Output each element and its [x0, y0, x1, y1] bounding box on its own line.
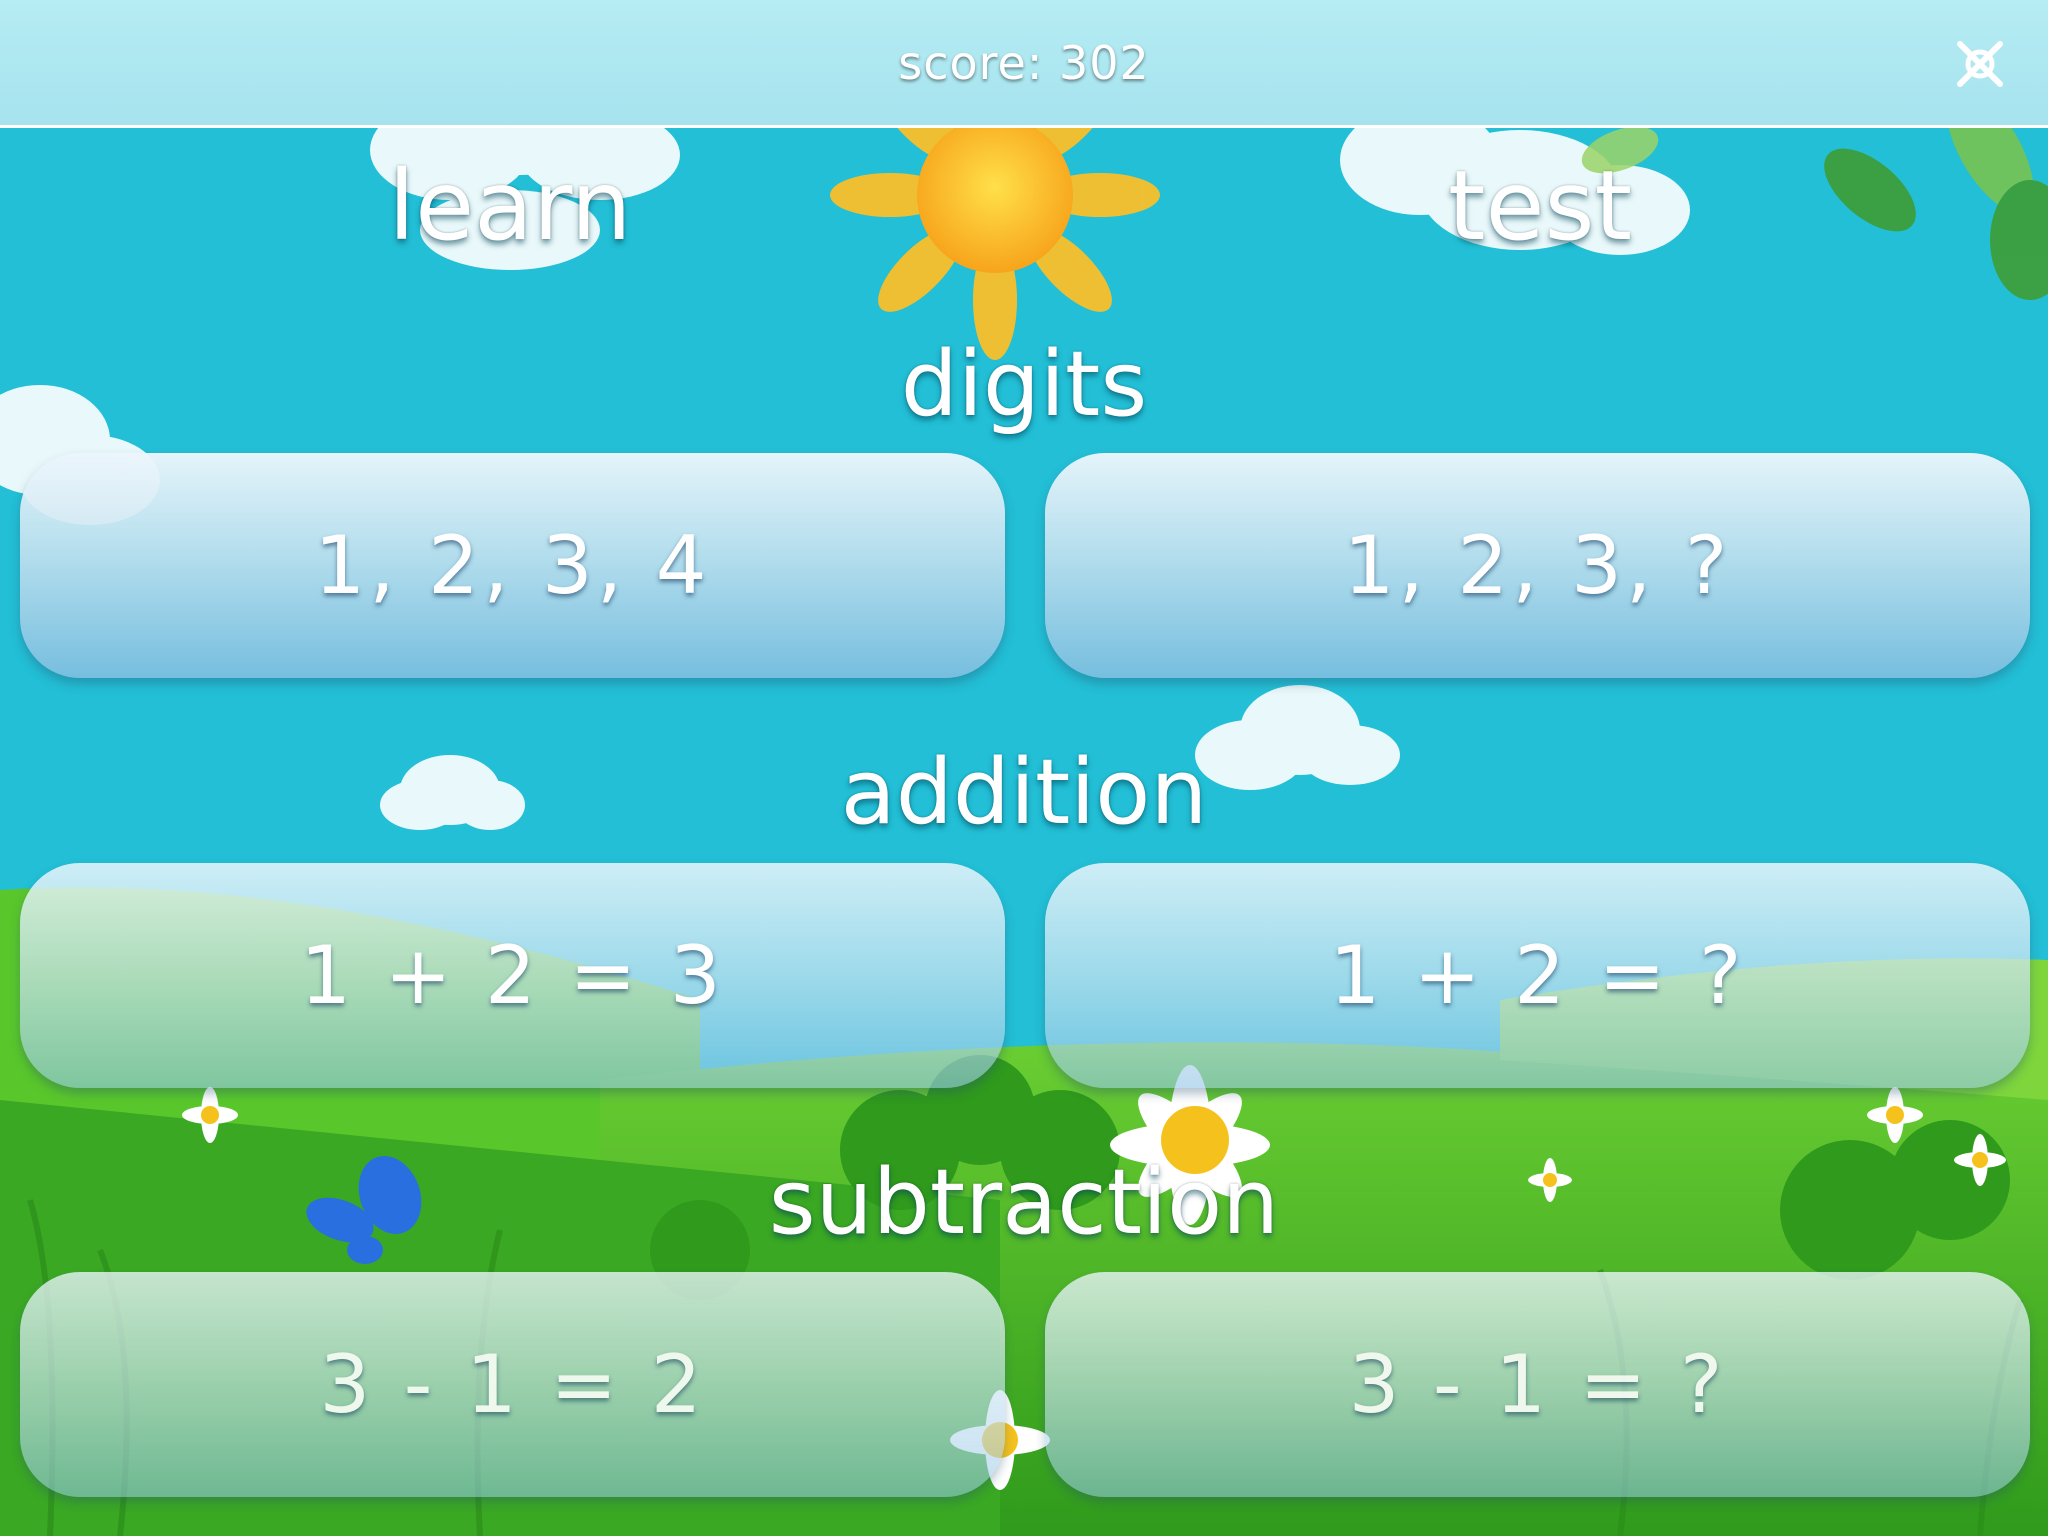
- button-label: 1, 2, 3, ?: [1343, 519, 1732, 612]
- section-title-digits: digits: [900, 332, 1148, 437]
- section-title-addition: addition: [840, 740, 1208, 845]
- test-digits-button[interactable]: 1, 2, 3, ?: [1045, 453, 2030, 678]
- close-x-icon: [1957, 41, 2003, 87]
- learn-addition-button[interactable]: 1 + 2 = 3: [20, 863, 1005, 1088]
- score-display: score: 302: [898, 36, 1150, 90]
- button-label: 3 - 1 = 2: [319, 1338, 706, 1431]
- test-subtraction-button[interactable]: 3 - 1 = ?: [1045, 1272, 2030, 1497]
- button-label: 1 + 2 = ?: [1329, 929, 1746, 1022]
- learn-subtraction-button[interactable]: 3 - 1 = 2: [20, 1272, 1005, 1497]
- top-bar: score: 302: [0, 0, 2048, 128]
- button-label: 3 - 1 = ?: [1348, 1338, 1727, 1431]
- test-heading: test: [1447, 150, 1633, 262]
- button-label: 1 + 2 = 3: [300, 929, 725, 1022]
- learn-heading: learn: [388, 150, 632, 262]
- test-addition-button[interactable]: 1 + 2 = ?: [1045, 863, 2030, 1088]
- button-label: 1, 2, 3, 4: [314, 519, 711, 612]
- learn-digits-button[interactable]: 1, 2, 3, 4: [20, 453, 1005, 678]
- close-button[interactable]: [1950, 36, 2010, 92]
- section-title-subtraction: subtraction: [768, 1150, 1280, 1255]
